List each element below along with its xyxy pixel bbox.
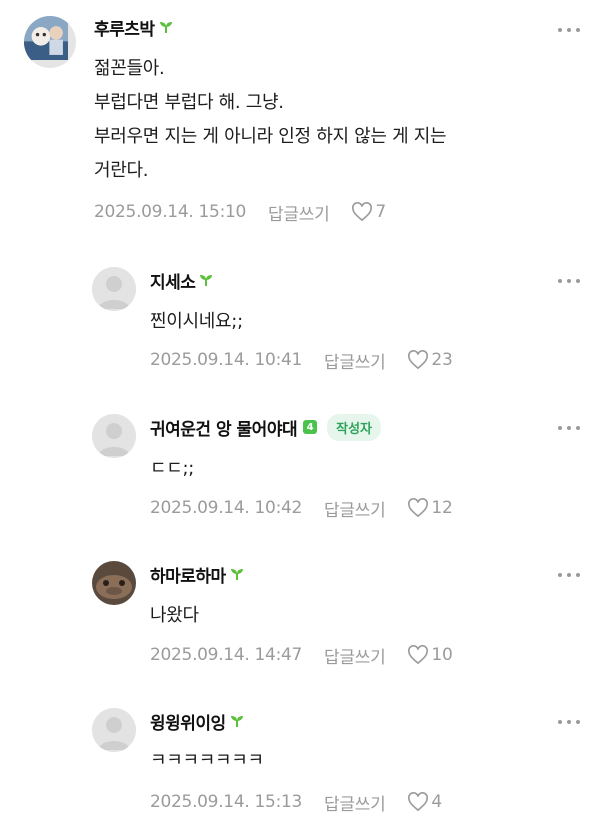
timestamp: 2025.09.14. 15:13 — [150, 792, 303, 812]
author-row: 귀여운건 앙 물어야대 4 작성자 — [150, 413, 381, 441]
timestamp: 2025.09.14. 15:10 — [94, 202, 247, 222]
level-badge: 4 — [303, 420, 318, 434]
timestamp: 2025.09.14. 10:41 — [150, 350, 303, 370]
sprout-icon — [230, 569, 243, 580]
comment-meta: 2025.09.14. 15:13 답글쓰기 4 — [150, 790, 442, 815]
writer-badge: 작성자 — [327, 413, 381, 441]
reply-button[interactable]: 답글쓰기 — [324, 496, 386, 521]
comment-meta: 2025.09.14. 14:47 답글쓰기 10 — [150, 643, 453, 668]
author-name[interactable]: 지세소 — [150, 268, 196, 293]
author-row: 하마로하마 — [150, 561, 244, 587]
comment-text: ㅋㅋㅋㅋㅋㅋㅋ — [150, 750, 264, 771]
default-avatar-icon — [92, 267, 136, 311]
avatar-photo — [92, 561, 136, 605]
sprout-icon — [200, 275, 213, 286]
heart-icon — [408, 350, 429, 370]
heart-icon — [352, 202, 373, 222]
avatar[interactable] — [92, 414, 136, 458]
avatar[interactable] — [92, 708, 136, 752]
comment-meta: 2025.09.14. 15:10 답글쓰기 7 — [94, 200, 386, 225]
author-row: 지세소 — [150, 267, 213, 293]
like-button[interactable]: 12 — [407, 498, 453, 518]
like-count: 10 — [431, 645, 453, 665]
reply-button[interactable]: 답글쓰기 — [324, 348, 386, 373]
like-button[interactable]: 10 — [407, 645, 453, 665]
sprout-icon — [159, 22, 172, 33]
author-name[interactable]: 하마로하마 — [150, 562, 226, 587]
comment-text: 나왔다 — [150, 605, 199, 626]
reply-item: 지세소 찐이시네요;; 2025.09.14. 10:41 답글쓰기 23 — [0, 255, 600, 395]
heart-icon — [408, 498, 429, 518]
comment-text: ㄷㄷ;; — [150, 458, 195, 479]
like-count: 7 — [375, 202, 386, 222]
author-name[interactable]: 윙윙위이잉 — [150, 709, 226, 734]
more-dots-icon[interactable] — [558, 20, 580, 40]
default-avatar-icon — [92, 708, 136, 752]
like-count: 23 — [431, 350, 453, 370]
heart-icon — [408, 792, 429, 812]
like-button[interactable]: 23 — [407, 350, 453, 370]
timestamp: 2025.09.14. 14:47 — [150, 645, 303, 665]
comment-item: 후루츠박 젊꼰들아. 부럽다면 부럽다 해. 그냥. 부러우면 지는 게 아니라… — [0, 0, 600, 240]
like-button[interactable]: 4 — [407, 792, 442, 812]
avatar-photo — [24, 16, 68, 60]
comment-meta: 2025.09.14. 10:42 답글쓰기 12 — [150, 496, 453, 521]
more-dots-icon[interactable] — [558, 271, 580, 291]
author-name[interactable]: 귀여운건 앙 물어야대 — [150, 415, 298, 440]
more-dots-icon[interactable] — [558, 418, 580, 438]
reply-button[interactable]: 답글쓰기 — [324, 790, 386, 815]
avatar[interactable] — [92, 267, 136, 311]
heart-icon — [408, 645, 429, 665]
comment-text: 찐이시네요;; — [150, 311, 243, 332]
default-avatar-icon — [92, 414, 136, 458]
like-count: 12 — [431, 498, 453, 518]
reply-item: 귀여운건 앙 물어야대 4 작성자 ㄷㄷ;; 2025.09.14. 10:42… — [0, 402, 600, 542]
more-dots-icon[interactable] — [558, 712, 580, 732]
comment-text: 젊꼰들아. 부럽다면 부럽다 해. 그냥. 부러우면 지는 게 아니라 인정 하… — [94, 58, 447, 181]
like-button[interactable]: 7 — [351, 202, 386, 222]
author-row: 후루츠박 — [94, 14, 173, 40]
avatar[interactable] — [24, 16, 76, 68]
timestamp: 2025.09.14. 10:42 — [150, 498, 303, 518]
reply-button[interactable]: 답글쓰기 — [268, 200, 330, 225]
comment-meta: 2025.09.14. 10:41 답글쓰기 23 — [150, 348, 453, 373]
sprout-icon — [230, 716, 243, 727]
author-name[interactable]: 후루츠박 — [94, 15, 155, 40]
reply-button[interactable]: 답글쓰기 — [324, 643, 386, 668]
avatar[interactable] — [92, 561, 136, 605]
author-row: 윙윙위이잉 — [150, 708, 244, 734]
reply-item: 윙윙위이잉 ㅋㅋㅋㅋㅋㅋㅋ 2025.09.14. 15:13 답글쓰기 4 — [0, 696, 600, 827]
more-dots-icon[interactable] — [558, 565, 580, 585]
like-count: 4 — [431, 792, 442, 812]
reply-item: 하마로하마 나왔다 2025.09.14. 14:47 답글쓰기 10 — [0, 549, 600, 689]
